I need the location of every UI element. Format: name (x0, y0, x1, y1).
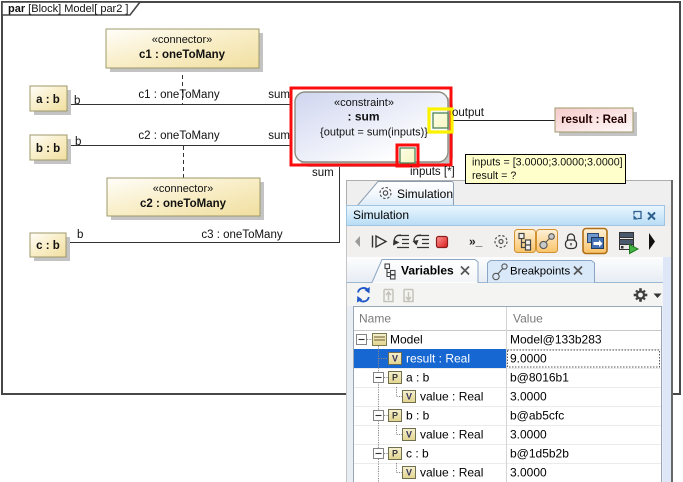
svg-text:inputs [*]: inputs [*] (410, 166, 455, 178)
svg-text:a : b: a : b (406, 371, 430, 385)
svg-text:V: V (406, 430, 412, 440)
svg-text:b@1d5b2b: b@1d5b2b (510, 447, 569, 461)
svg-text:par [Block] Model[ par2 ]: par [Block] Model[ par2 ] (8, 3, 128, 15)
svg-text:output: output (452, 107, 485, 119)
svg-text:result : Real: result : Real (561, 114, 627, 126)
svg-text:inputs = [3.0000;3.0000;3.0000: inputs = [3.0000;3.0000;3.0000] (472, 157, 623, 169)
svg-text:Name: Name (359, 312, 391, 326)
svg-text:c3 : oneToMany: c3 : oneToMany (201, 229, 282, 241)
svg-text:Model@133b283: Model@133b283 (510, 333, 602, 347)
svg-text:«constraint»: «constraint» (334, 97, 394, 109)
svg-text:c2 : oneToMany: c2 : oneToMany (140, 198, 227, 210)
svg-text:Variables: Variables (401, 264, 454, 278)
svg-text:a : b: a : b (36, 94, 60, 106)
svg-text:Breakpoints: Breakpoints (510, 266, 570, 278)
svg-text:P: P (392, 373, 398, 383)
svg-text:«connector»: «connector» (153, 183, 214, 195)
svg-text:3.0000: 3.0000 (510, 390, 547, 404)
svg-text:9.0000: 9.0000 (510, 352, 547, 366)
svg-text:V: V (406, 468, 412, 478)
svg-text:value : Real: value : Real (420, 466, 483, 480)
svg-text:sum: sum (268, 89, 290, 101)
svg-text:b@8016b1: b@8016b1 (510, 371, 569, 385)
svg-text:Value: Value (513, 312, 543, 326)
svg-text:b : b: b : b (406, 409, 430, 423)
svg-text:Model: Model (390, 333, 423, 347)
svg-text:P: P (392, 449, 398, 459)
svg-text:c : b: c : b (36, 240, 60, 252)
svg-text:value : Real: value : Real (420, 390, 483, 404)
svg-text:c : b: c : b (406, 447, 429, 461)
svg-text:result : Real: result : Real (406, 352, 470, 366)
svg-text:value : Real: value : Real (420, 428, 483, 442)
svg-text:sum: sum (312, 167, 334, 179)
svg-text:c2 : oneToMany: c2 : oneToMany (138, 130, 219, 142)
svg-text:»_: »_ (469, 235, 483, 249)
svg-text:{output = sum(inputs)}: {output = sum(inputs)} (320, 127, 428, 139)
svg-text:b : b: b : b (36, 143, 60, 155)
svg-text:: sum: : sum (347, 110, 379, 124)
svg-text:V: V (406, 392, 412, 402)
svg-text:result = ?: result = ? (472, 170, 516, 182)
svg-text:b: b (74, 95, 80, 107)
svg-text:V: V (392, 354, 398, 364)
svg-text:c1 : oneToMany: c1 : oneToMany (139, 49, 226, 61)
svg-text:sum: sum (268, 130, 290, 142)
svg-text:c1 : oneToMany: c1 : oneToMany (138, 89, 219, 101)
svg-text:b: b (75, 136, 81, 148)
svg-text:b: b (77, 229, 83, 241)
svg-text:«connector»: «connector» (152, 34, 213, 46)
svg-text:Simulation: Simulation (397, 187, 453, 201)
svg-text:P: P (392, 411, 398, 421)
svg-text:3.0000: 3.0000 (510, 428, 547, 442)
svg-text:3.0000: 3.0000 (510, 466, 547, 480)
svg-text:b@ab5cfc: b@ab5cfc (510, 409, 564, 423)
